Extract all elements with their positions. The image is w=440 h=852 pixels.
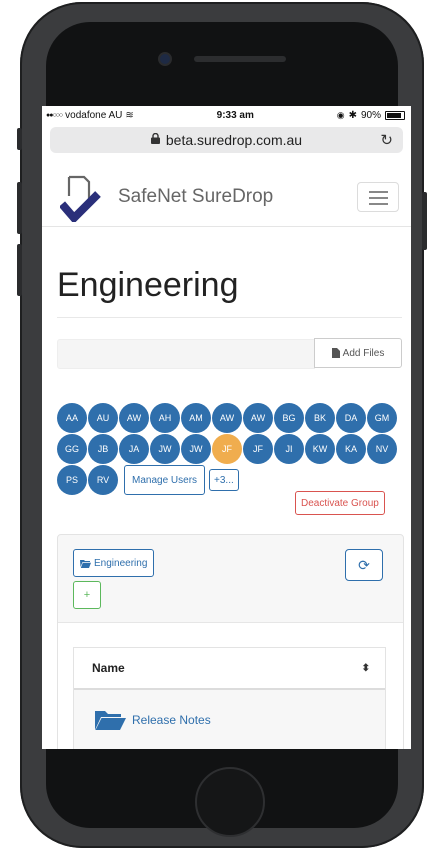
user-avatar[interactable]: JA bbox=[119, 434, 149, 464]
user-avatar[interactable]: JF bbox=[243, 434, 273, 464]
add-files-label: Add Files bbox=[342, 347, 385, 359]
front-camera-icon bbox=[160, 54, 170, 64]
sort-icon[interactable]: ⬍ bbox=[362, 663, 370, 674]
brand-name[interactable]: SafeNet SureDrop bbox=[118, 186, 273, 208]
reload-icon[interactable]: ↻ bbox=[380, 131, 393, 149]
deactivate-group-button[interactable]: Deactivate Group bbox=[295, 491, 385, 515]
more-users-button[interactable]: +3... bbox=[209, 469, 239, 491]
user-avatar[interactable]: AM bbox=[181, 403, 211, 433]
table-row[interactable]: Release Notes bbox=[74, 690, 385, 749]
power-button bbox=[422, 192, 427, 250]
mute-switch bbox=[17, 128, 22, 150]
file-table: Name ⬍ Release Notes bbox=[73, 647, 386, 749]
avatar-row: GG JB JA JW JW JF JF JI KW KA NV bbox=[57, 434, 402, 464]
phone-screen: ●●○○○ vodafone AU ≋ 9:33 am ◉ ✱ 90% beta… bbox=[42, 106, 411, 749]
user-avatar[interactable]: RV bbox=[88, 465, 118, 495]
battery-percent: 90% bbox=[360, 109, 381, 121]
user-avatar[interactable]: JW bbox=[150, 434, 180, 464]
user-avatar[interactable]: AW bbox=[212, 403, 242, 433]
url-text: beta.suredrop.com.au bbox=[165, 132, 303, 148]
add-folder-button[interactable]: + bbox=[73, 581, 101, 609]
alarm-icon: ◉ bbox=[336, 109, 345, 120]
user-avatar[interactable]: JW bbox=[181, 434, 211, 464]
signal-icon: ●●○○○ bbox=[46, 111, 63, 119]
clock: 9:33 am bbox=[216, 109, 254, 121]
folder-name-link[interactable]: Release Notes bbox=[132, 713, 211, 727]
folder-open-icon bbox=[80, 559, 91, 568]
app-navbar: SafeNet SureDrop bbox=[42, 170, 411, 227]
breadcrumb-label: Engineering bbox=[94, 557, 148, 569]
refresh-icon: ⟳ bbox=[358, 556, 370, 573]
user-avatar[interactable]: DA bbox=[336, 403, 366, 433]
wifi-icon: ≋ bbox=[125, 109, 134, 121]
home-button[interactable] bbox=[195, 767, 265, 837]
user-avatar[interactable]: NV bbox=[367, 434, 397, 464]
volume-down-button bbox=[17, 244, 22, 296]
breadcrumb-engineering[interactable]: Engineering bbox=[73, 549, 155, 577]
lock-icon bbox=[150, 132, 160, 147]
user-avatar[interactable]: KA bbox=[336, 434, 366, 464]
user-avatar[interactable]: BG bbox=[274, 403, 304, 433]
user-avatar[interactable]: JI bbox=[274, 434, 304, 464]
avatar-row: AA AU AW AH AM AW AW BG BK DA GM bbox=[57, 403, 402, 433]
add-files-button[interactable]: Add Files bbox=[314, 338, 402, 368]
folder-panel-body: Name ⬍ Release Notes bbox=[58, 622, 403, 749]
column-header-name[interactable]: Name bbox=[92, 661, 125, 675]
user-avatar[interactable]: AW bbox=[119, 403, 149, 433]
user-avatar[interactable]: KW bbox=[305, 434, 335, 464]
folder-icon bbox=[95, 711, 126, 730]
title-divider bbox=[57, 317, 402, 318]
safenet-logo-icon bbox=[60, 175, 101, 222]
user-avatar[interactable]: AH bbox=[150, 403, 180, 433]
user-avatar[interactable]: BK bbox=[305, 403, 335, 433]
user-avatar[interactable]: GM bbox=[367, 403, 397, 433]
page-title: Engineering bbox=[57, 266, 239, 304]
manage-users-button[interactable]: Manage Users bbox=[124, 465, 206, 495]
bluetooth-icon: ✱ bbox=[348, 109, 357, 121]
carrier-label: vodafone AU bbox=[65, 109, 123, 121]
table-header[interactable]: Name ⬍ bbox=[74, 648, 385, 690]
battery-icon bbox=[385, 110, 405, 120]
group-members: AA AU AW AH AM AW AW BG BK DA GM GG JB JA JW JW JF JF JI KW… bbox=[57, 403, 402, 496]
hamburger-icon bbox=[369, 191, 388, 193]
menu-toggle-button[interactable] bbox=[357, 182, 399, 212]
user-avatar[interactable]: AU bbox=[88, 403, 118, 433]
user-avatar[interactable]: AW bbox=[243, 403, 273, 433]
file-upload-input[interactable] bbox=[57, 339, 315, 369]
user-avatar[interactable]: JB bbox=[88, 434, 118, 464]
user-avatar[interactable]: PS bbox=[57, 465, 87, 495]
file-icon bbox=[331, 348, 340, 358]
status-bar: ●●○○○ vodafone AU ≋ 9:33 am ◉ ✱ 90% bbox=[42, 106, 411, 124]
earpiece-speaker bbox=[194, 56, 286, 62]
volume-up-button bbox=[17, 182, 22, 234]
user-avatar[interactable]: GG bbox=[57, 434, 87, 464]
user-avatar[interactable]: AA bbox=[57, 403, 87, 433]
folder-panel: Engineering + ⟳ Name ⬍ Release Notes bbox=[57, 534, 404, 749]
user-avatar[interactable]: JF bbox=[212, 434, 242, 464]
refresh-button[interactable]: ⟳ bbox=[345, 549, 383, 581]
address-bar[interactable]: beta.suredrop.com.au ↻ bbox=[50, 127, 403, 153]
